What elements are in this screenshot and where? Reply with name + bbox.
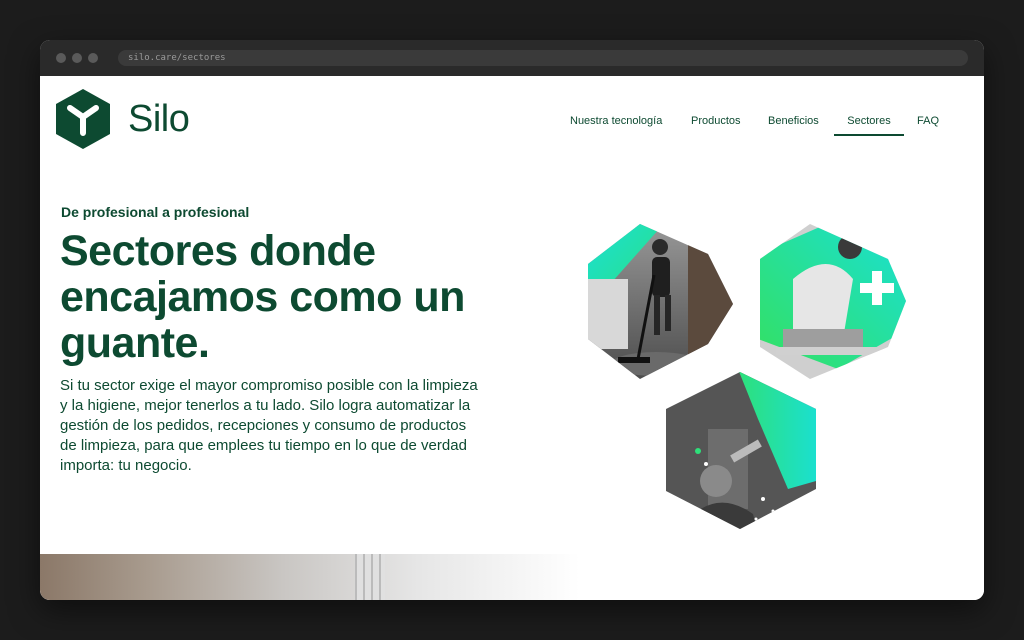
page-title: Sectores donde encajamos como un guante.	[60, 227, 465, 367]
nav-link-nuestra-tecnologia[interactable]: Nuestra tecnología	[570, 114, 662, 128]
browser-chrome: silo.care/sectores	[40, 40, 984, 76]
window-cleaner-image	[666, 372, 816, 529]
nurse-hospital-image	[760, 224, 906, 379]
nav-link-faq[interactable]: FAQ	[917, 114, 939, 128]
next-section-image-preview	[40, 554, 580, 600]
next-section-image-detail	[355, 554, 385, 600]
page-content: Silo Nuestra tecnología Productos Benefi…	[40, 76, 984, 600]
main-nav: Nuestra tecnología Productos Beneficios …	[40, 114, 984, 136]
nav-link-productos[interactable]: Productos	[691, 114, 741, 128]
hero-kicker: De profesional a profesional	[61, 204, 250, 220]
browser-window: silo.care/sectores Silo Nuestra tecnolog…	[40, 40, 984, 600]
nav-link-sectores[interactable]: Sectores	[834, 114, 904, 136]
close-window-icon[interactable]	[56, 53, 66, 63]
address-bar[interactable]: silo.care/sectores	[118, 50, 968, 66]
hero-description: Si tu sector exige el mayor compromiso p…	[60, 377, 478, 474]
minimize-window-icon[interactable]	[72, 53, 82, 63]
sector-images	[588, 224, 906, 529]
maximize-window-icon[interactable]	[88, 53, 98, 63]
cleaner-vacuum-image	[588, 224, 733, 379]
nav-link-beneficios[interactable]: Beneficios	[768, 114, 819, 128]
